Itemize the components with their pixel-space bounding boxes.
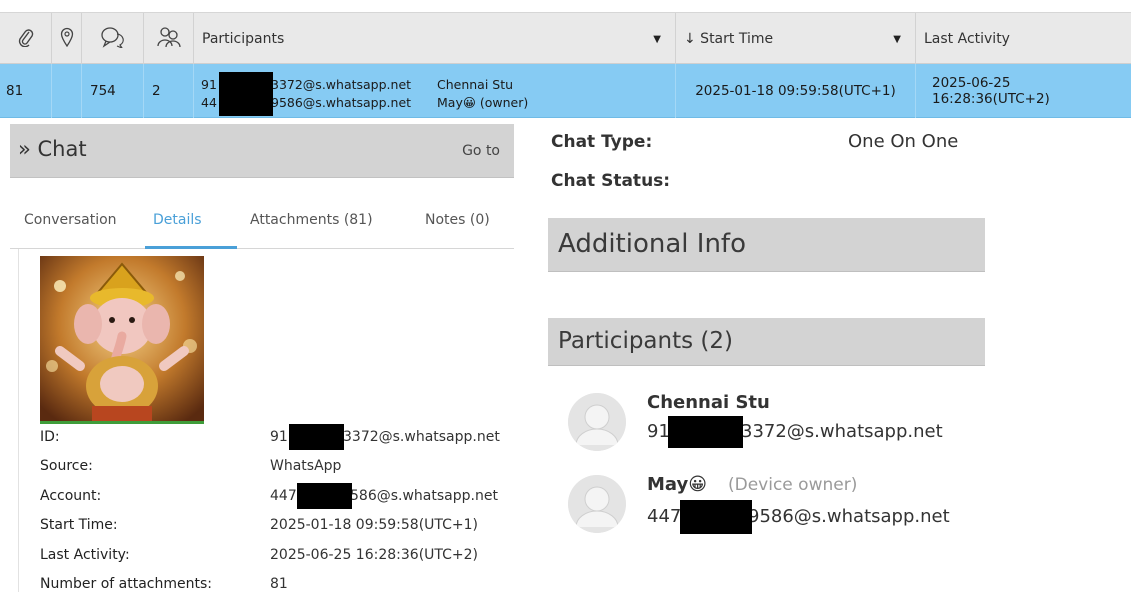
row-index-cell: 81 bbox=[0, 64, 52, 118]
participants-header-label: Participants bbox=[202, 31, 285, 47]
detail-source: WhatsApp bbox=[270, 458, 342, 474]
tab-notes[interactable]: Notes (0) bbox=[425, 212, 490, 228]
row-participant1-suffix: 3372@s.whatsapp.net bbox=[271, 77, 412, 92]
row-index: 81 bbox=[6, 83, 24, 99]
row-messages-count: 754 bbox=[90, 83, 116, 99]
messages-column-header[interactable] bbox=[82, 13, 144, 65]
detail-label-id: ID: bbox=[40, 429, 60, 445]
row-participant2-name: May😀 (owner) bbox=[437, 95, 529, 110]
row-messages-cell: 754 bbox=[82, 64, 144, 118]
chat-type-label: Chat Type: bbox=[551, 132, 653, 152]
tab-attachments[interactable]: Attachments (81) bbox=[250, 212, 373, 228]
participant-name[interactable]: May😀 bbox=[647, 474, 707, 495]
chat-status-label: Chat Status: bbox=[551, 171, 671, 191]
row-participant2-prefix: 44 bbox=[201, 95, 217, 110]
redaction-block bbox=[297, 483, 352, 509]
table-row[interactable]: 81 754 2 2025-01-18 09:59:58(UTC+1) 2025… bbox=[0, 64, 1131, 118]
row-participant-count-cell: 2 bbox=[144, 64, 194, 118]
row-last-activity-cell: 2025-06-25 16:28:36(UTC+2) bbox=[916, 64, 1131, 118]
chat-type-value: One On One bbox=[848, 131, 959, 152]
participants-count-column-header[interactable] bbox=[144, 13, 194, 65]
redaction-block bbox=[289, 424, 344, 450]
tab-details[interactable]: Details bbox=[153, 212, 202, 228]
detail-id-prefix: 91 bbox=[270, 429, 288, 445]
group-icon bbox=[156, 26, 181, 52]
detail-label-account: Account: bbox=[40, 488, 102, 504]
sort-caret-icon[interactable]: ▼ bbox=[653, 34, 661, 45]
participant-jid-prefix: 447 bbox=[647, 506, 682, 527]
redaction-block bbox=[680, 500, 752, 534]
detail-account-prefix: 447 bbox=[270, 488, 297, 504]
contact-avatar-icon[interactable] bbox=[568, 393, 626, 451]
detail-label-attachments: Number of attachments: bbox=[40, 576, 212, 592]
participant-jid-suffix: 3372@s.whatsapp.net bbox=[741, 421, 943, 442]
chat-profile-picture bbox=[40, 256, 204, 424]
detail-attachments-count: 81 bbox=[270, 576, 288, 592]
location-column-header[interactable] bbox=[52, 13, 82, 65]
additional-info-section: Additional Info bbox=[548, 218, 985, 272]
go-to-link[interactable]: Go to bbox=[462, 143, 500, 159]
start-time-header-label: ↓ Start Time bbox=[684, 31, 774, 47]
row-participant2-suffix: 9586@s.whatsapp.net bbox=[271, 95, 412, 110]
row-start-time-cell: 2025-01-18 09:59:58(UTC+1) bbox=[676, 64, 916, 118]
location-pin-icon bbox=[60, 27, 74, 51]
row-start-time: 2025-01-18 09:59:58(UTC+1) bbox=[695, 83, 896, 99]
participant-name[interactable]: Chennai Stu bbox=[647, 392, 770, 413]
row-last-activity: 2025-06-25 16:28:36(UTC+2) bbox=[932, 75, 1050, 107]
chat-panel-header: » Chat Go to bbox=[10, 124, 514, 178]
redaction-block bbox=[219, 72, 273, 116]
detail-label-start-time: Start Time: bbox=[40, 517, 118, 533]
participants-title: Participants (2) bbox=[558, 328, 733, 354]
redaction-block bbox=[668, 416, 743, 448]
detail-label-source: Source: bbox=[40, 458, 93, 474]
detail-last-activity: 2025-06-25 16:28:36(UTC+2) bbox=[270, 547, 479, 563]
chat-panel-title[interactable]: » Chat bbox=[18, 137, 87, 161]
participants-section: Participants (2) bbox=[548, 318, 985, 366]
detail-label-last-activity: Last Activity: bbox=[40, 547, 130, 563]
row-location-cell bbox=[52, 64, 82, 118]
start-time-column-header[interactable]: ↓ Start Time ▼ bbox=[676, 13, 916, 65]
paperclip-icon bbox=[17, 27, 35, 51]
row-participant-count: 2 bbox=[152, 83, 161, 99]
detail-account-suffix: 586@s.whatsapp.net bbox=[350, 488, 498, 504]
additional-info-title: Additional Info bbox=[558, 229, 746, 259]
participant-jid-prefix: 91 bbox=[647, 421, 670, 442]
participant-jid-suffix: 9586@s.whatsapp.net bbox=[748, 506, 950, 527]
sort-caret-icon[interactable]: ▼ bbox=[893, 34, 901, 45]
last-activity-column-header[interactable]: Last Activity bbox=[916, 13, 1131, 65]
contact-avatar-icon[interactable] bbox=[568, 475, 626, 533]
chat-tabs: Conversation Details Attachments (81) No… bbox=[10, 195, 514, 249]
chat-bubble-icon bbox=[100, 26, 126, 52]
participants-column-header[interactable]: Participants ▼ bbox=[194, 13, 676, 65]
detail-id-suffix: 3372@s.whatsapp.net bbox=[343, 429, 500, 445]
grid-header: Participants ▼ ↓ Start Time ▼ Last Activ… bbox=[0, 12, 1131, 65]
row-participant1-prefix: 91 bbox=[201, 77, 217, 92]
tab-conversation[interactable]: Conversation bbox=[24, 212, 117, 228]
last-activity-header-label: Last Activity bbox=[924, 31, 1010, 47]
chat-list-grid: Participants ▼ ↓ Start Time ▼ Last Activ… bbox=[0, 0, 1131, 120]
attachments-column-header[interactable] bbox=[0, 13, 52, 65]
device-owner-label: (Device owner) bbox=[728, 475, 858, 495]
detail-start-time: 2025-01-18 09:59:58(UTC+1) bbox=[270, 517, 479, 533]
row-participant1-name: Chennai Stu bbox=[437, 77, 514, 92]
